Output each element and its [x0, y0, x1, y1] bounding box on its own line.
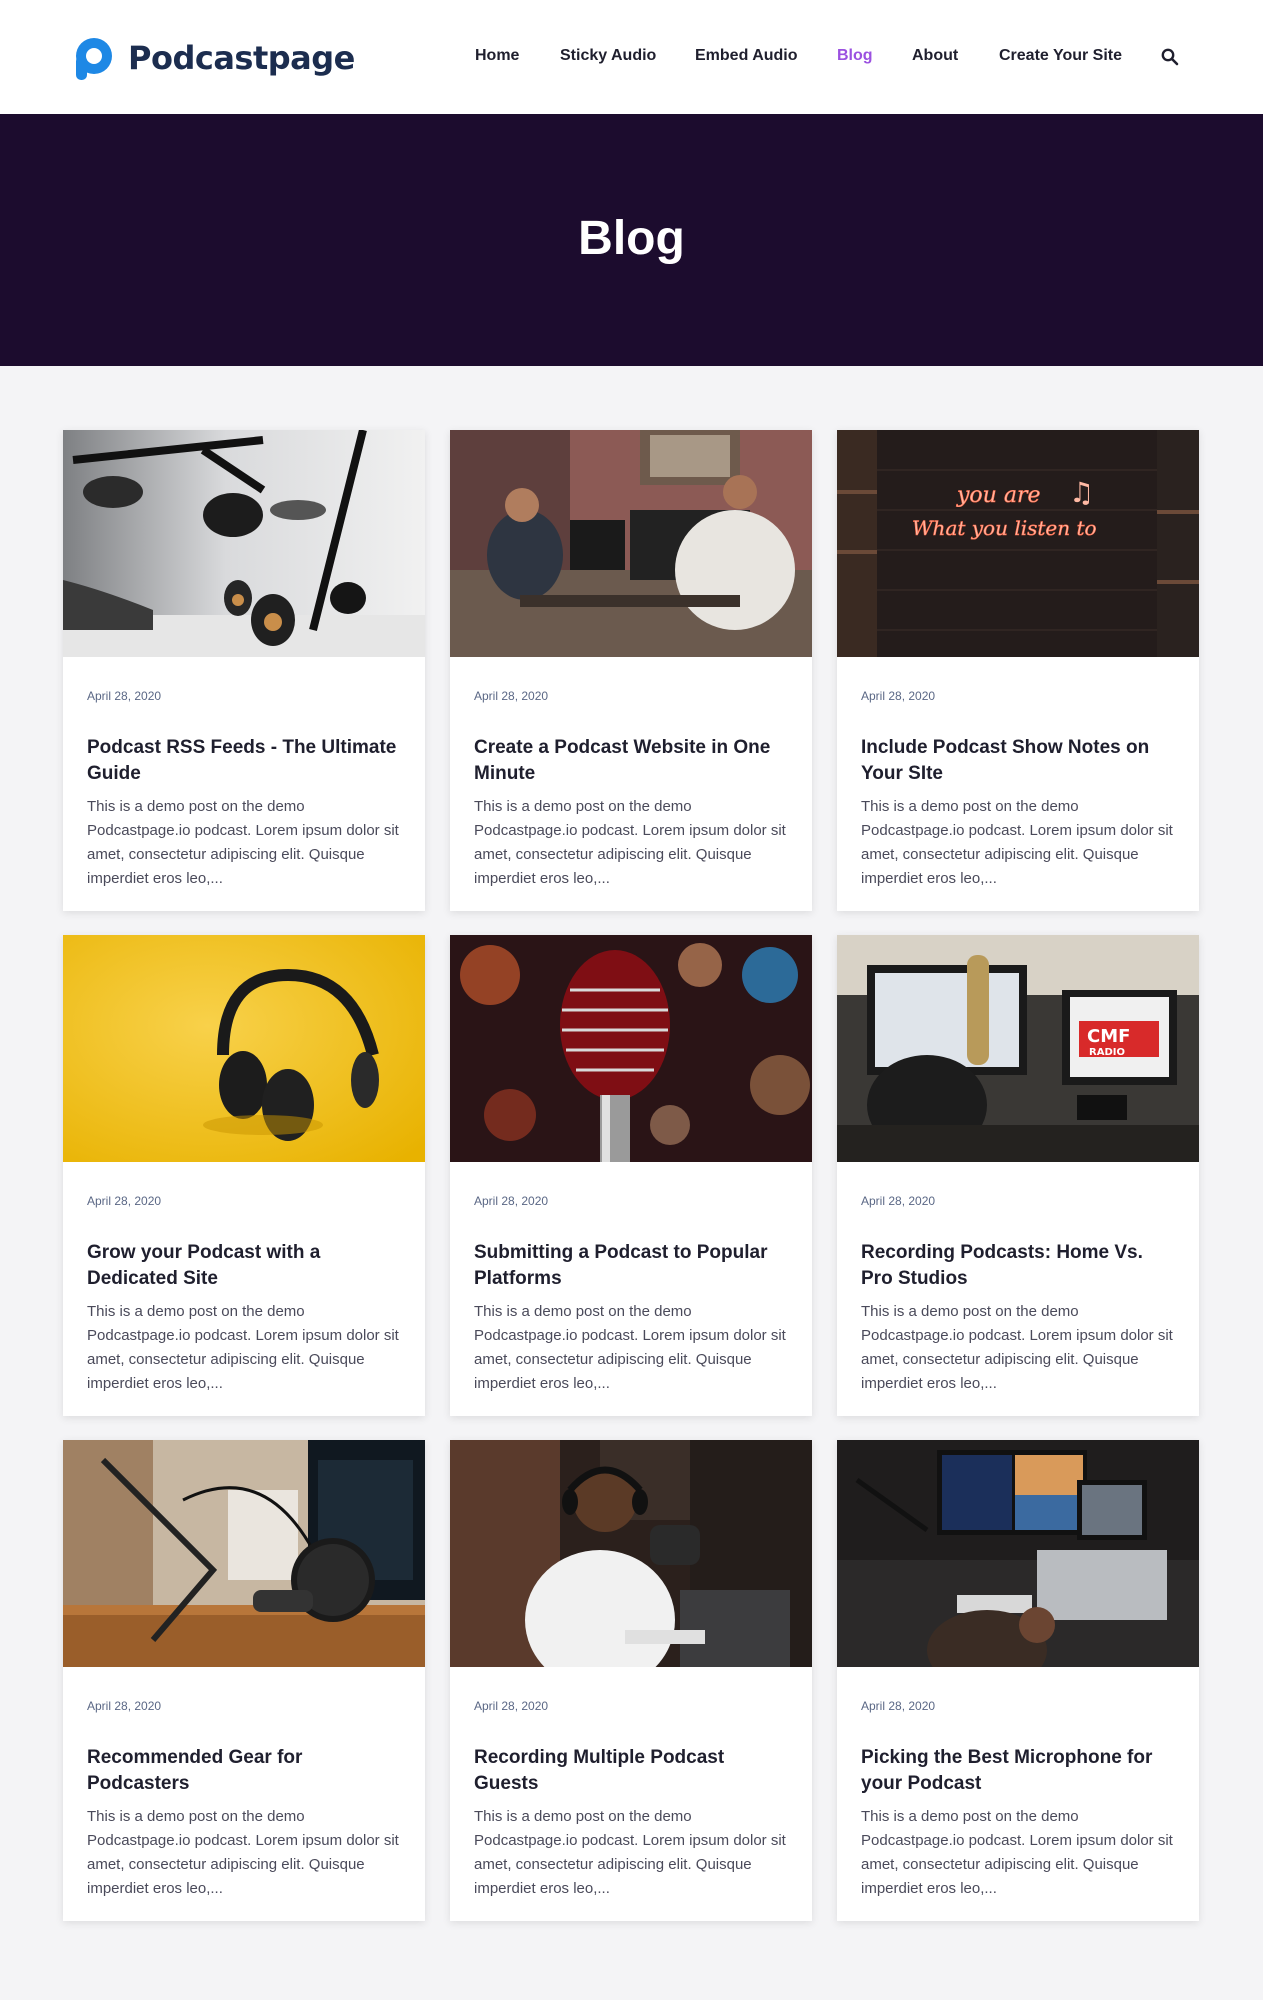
post-thumbnail-image[interactable]: you are What you listen to ♫ — [837, 430, 1199, 657]
post-title[interactable]: Include Podcast Show Notes on Your SIte — [861, 735, 1175, 787]
post-card-body: April 28, 2020 Submitting a Podcast to P… — [450, 1162, 812, 1396]
post-date: April 28, 2020 — [474, 1699, 549, 1713]
post-title[interactable]: Picking the Best Microphone for your Pod… — [861, 1745, 1175, 1797]
post-excerpt: This is a demo post on the demo Podcastp… — [861, 798, 1173, 887]
post-thumbnail-image[interactable] — [450, 430, 812, 657]
post-thumbnail-image[interactable] — [837, 1440, 1199, 1667]
post-card-body: April 28, 2020 Recording Multiple Podcas… — [450, 1667, 812, 1901]
blog-post-card[interactable]: April 28, 2020 Recording Multiple Podcas… — [450, 1440, 812, 1921]
post-date: April 28, 2020 — [474, 689, 549, 703]
page-title: Blog — [578, 211, 685, 265]
blog-post-card[interactable]: CMF RADIO April 28, 2020 Recording Podca… — [837, 935, 1199, 1416]
post-card-body: April 28, 2020 Create a Podcast Website … — [450, 657, 812, 891]
post-date: April 28, 2020 — [87, 1194, 162, 1208]
post-title[interactable]: Create a Podcast Website in One Minute — [474, 735, 788, 787]
nav-about[interactable]: About — [912, 47, 958, 65]
blog-post-card[interactable]: April 28, 2020 Submitting a Podcast to P… — [450, 935, 812, 1416]
site-header: Podcastpage Home Sticky Audio Embed Audi… — [0, 0, 1263, 114]
radio-sign-text: CMF — [1087, 1026, 1130, 1047]
post-thumbnail-image[interactable] — [63, 935, 425, 1162]
post-card-body: April 28, 2020 Picking the Best Micropho… — [837, 1667, 1199, 1901]
post-excerpt: This is a demo post on the demo Podcastp… — [861, 1303, 1173, 1392]
search-icon[interactable] — [1161, 48, 1179, 66]
post-excerpt: This is a demo post on the demo Podcastp… — [87, 1303, 399, 1392]
post-title[interactable]: Grow your Podcast with a Dedicated Site — [87, 1240, 401, 1292]
blog-post-card[interactable]: you are What you listen to ♫ April 28, 2… — [837, 430, 1199, 911]
post-date: April 28, 2020 — [87, 1699, 162, 1713]
post-card-body: April 28, 2020 Grow your Podcast with a … — [63, 1162, 425, 1396]
page-hero: Blog — [0, 114, 1263, 366]
post-title[interactable]: Recording Podcasts: Home Vs. Pro Studios — [861, 1240, 1175, 1292]
nav-embed-audio[interactable]: Embed Audio — [695, 47, 798, 65]
blog-post-card[interactable]: April 28, 2020 Recommended Gear for Podc… — [63, 1440, 425, 1921]
neon-sign-line1: you are — [956, 483, 1041, 508]
radio-sign-sub-text: RADIO — [1089, 1047, 1125, 1058]
post-card-body: April 28, 2020 Recommended Gear for Podc… — [63, 1667, 425, 1901]
nav-sticky-audio[interactable]: Sticky Audio — [560, 47, 656, 65]
post-thumbnail-image[interactable] — [450, 935, 812, 1162]
blog-post-card[interactable]: April 28, 2020 Grow your Podcast with a … — [63, 935, 425, 1416]
post-thumbnail-image[interactable] — [63, 1440, 425, 1667]
post-excerpt: This is a demo post on the demo Podcastp… — [861, 1808, 1173, 1897]
blog-post-card[interactable]: April 28, 2020 Podcast RSS Feeds - The U… — [63, 430, 425, 911]
post-title[interactable]: Submitting a Podcast to Popular Platform… — [474, 1240, 788, 1292]
nav-create-your-site[interactable]: Create Your Site — [999, 47, 1122, 65]
post-excerpt: This is a demo post on the demo Podcastp… — [474, 1808, 786, 1897]
post-excerpt: This is a demo post on the demo Podcastp… — [87, 798, 399, 887]
post-card-body: April 28, 2020 Recording Podcasts: Home … — [837, 1162, 1199, 1396]
post-thumbnail-image[interactable] — [450, 1440, 812, 1667]
post-thumbnail-image[interactable] — [63, 430, 425, 657]
post-title[interactable]: Podcast RSS Feeds - The Ultimate Guide — [87, 735, 401, 787]
nav-blog[interactable]: Blog — [837, 47, 873, 65]
post-date: April 28, 2020 — [861, 1194, 936, 1208]
post-excerpt: This is a demo post on the demo Podcastp… — [474, 798, 786, 887]
post-card-body: April 28, 2020 Include Podcast Show Note… — [837, 657, 1199, 891]
nav-home[interactable]: Home — [475, 47, 519, 65]
post-date: April 28, 2020 — [87, 689, 162, 703]
music-note-icon: ♫ — [1069, 476, 1094, 509]
neon-sign-line2: What you listen to — [912, 516, 1097, 540]
post-excerpt: This is a demo post on the demo Podcastp… — [87, 1808, 399, 1897]
post-date: April 28, 2020 — [861, 689, 936, 703]
post-excerpt: This is a demo post on the demo Podcastp… — [474, 1303, 786, 1392]
post-title[interactable]: Recommended Gear for Podcasters — [87, 1745, 401, 1797]
post-thumbnail-image[interactable]: CMF RADIO — [837, 935, 1199, 1162]
blog-post-card[interactable]: April 28, 2020 Create a Podcast Website … — [450, 430, 812, 911]
post-date: April 28, 2020 — [861, 1699, 936, 1713]
blog-post-card[interactable]: April 28, 2020 Picking the Best Micropho… — [837, 1440, 1199, 1921]
main-nav: Home Sticky Audio Embed Audio Blog About… — [0, 0, 1263, 114]
post-date: April 28, 2020 — [474, 1194, 549, 1208]
blog-post-grid: April 28, 2020 Podcast RSS Feeds - The U… — [63, 430, 1200, 1921]
post-title[interactable]: Recording Multiple Podcast Guests — [474, 1745, 788, 1797]
post-card-body: April 28, 2020 Podcast RSS Feeds - The U… — [63, 657, 425, 891]
